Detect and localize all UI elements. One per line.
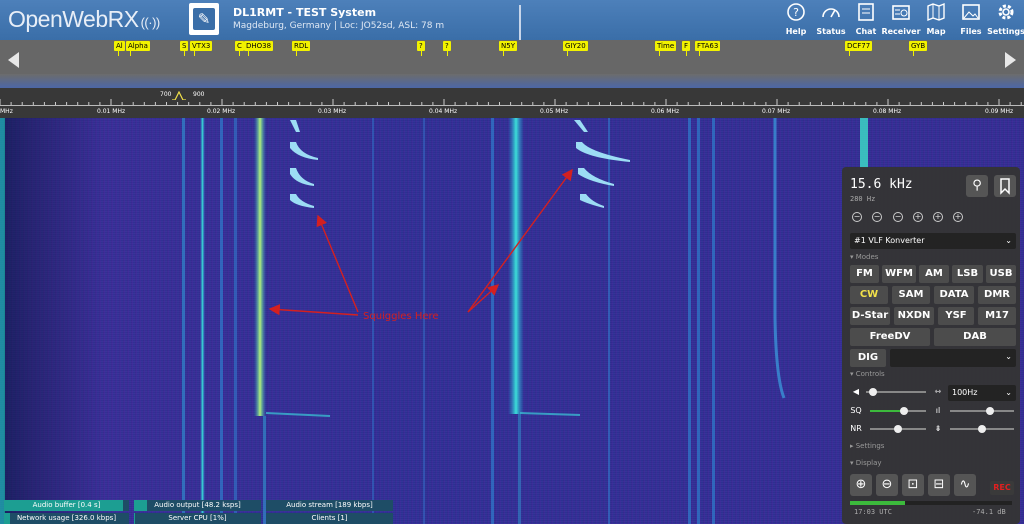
waveform-icon: ∿ [959,477,971,492]
openwebrx-root: OpenWebRX ((·)) ✎ DL1RMT - TEST System Ma… [0,0,1024,524]
eq-slider-1-knob[interactable] [985,407,994,415]
zoom-in-button[interactable]: ⊕ [850,474,872,496]
signal-meter-fill [850,501,906,505]
bandwidth-display: 280 Hz [850,195,876,203]
bookmark-icon [1000,178,1010,195]
step-up-1-button[interactable]: + [913,212,923,222]
noise-reduction-label: NR [850,424,862,433]
noise-reduction-slider[interactable] [870,425,926,433]
zoom-out-icon: ⊖ [881,477,893,492]
server-cpu-text: Server CPU [1%] [168,514,227,522]
bookmark-button[interactable] [994,175,1016,197]
audio-output-text: Audio output [48.2 ksps] [154,501,241,509]
mode-m17-button[interactable]: M17 [978,307,1016,325]
zoom-out-button[interactable]: ⊖ [876,474,898,496]
filter-width-icon: ⇿ [934,387,942,396]
record-button[interactable]: REC [990,481,1014,495]
tune-lock-button[interactable]: ⚲ [966,175,988,197]
step-up-2-button[interactable]: + [933,212,943,222]
receiver-panel: 15.6 kHz 280 Hz ⚲ − − − + + + #1 VLF Kon… [842,167,1020,524]
clients-text: Clients [1] [311,514,348,522]
network-usage-text: Network usage [326.0 kbps] [16,514,117,522]
annotation-label: Squiggles Here [363,311,439,322]
eq-slider-2-knob[interactable] [978,425,986,433]
signal-db: -74.1 dB [972,508,1006,516]
mode-sam-button[interactable]: SAM [892,286,930,304]
noise-reduction-slider-knob[interactable] [894,425,902,433]
mode-freedv-button[interactable]: FreeDV [850,328,930,346]
clients-bar: Clients [1] [266,513,393,524]
step-down-1-button[interactable]: − [893,212,903,222]
mode-dig-button[interactable]: DIG [850,349,886,367]
chevron-down-icon: ⌄ [1005,388,1012,397]
squelch-slider-knob[interactable] [899,407,908,415]
eq-slider-2[interactable] [950,425,1014,433]
modes-section-header[interactable]: ▾ Modes [850,253,878,261]
step-down-2-button[interactable]: − [872,212,882,222]
mode-lsb-button[interactable]: LSB [952,265,983,283]
step-down-3-button[interactable]: − [852,212,862,222]
settings-section-header[interactable]: ▸ Settings [850,442,884,450]
squelch-slider[interactable] [870,407,926,415]
mode-dmr-button[interactable]: DMR [978,286,1016,304]
controls-section-header[interactable]: ▾ Controls [850,370,885,378]
zoom-in-icon: ⊕ [855,477,867,492]
server-cpu-fill [134,513,136,524]
volume-slider-knob[interactable] [869,388,878,396]
chevron-down-icon: ⌄ [1005,236,1012,245]
digital-mode-select[interactable]: ⌄ [890,349,1016,367]
utc-clock: 17:03 UTC [854,508,892,516]
zoom-reset-icon: ⊟ [933,477,945,492]
equalizer-icon: ıl [935,406,941,415]
squelch-fill [870,410,904,412]
display-section-header[interactable]: ▾ Display [850,459,882,467]
zoom-reset-button[interactable]: ⊟ [928,474,950,496]
volume-icon[interactable]: ◀ [850,386,862,398]
chevron-down-icon: ⌄ [1005,352,1012,361]
mode-dstar-button[interactable]: D-Star [850,307,890,325]
signal-meter [850,501,1012,505]
squelch-label: SQ [850,406,862,415]
mode-am-button[interactable]: AM [919,265,949,283]
network-usage-bar: Network usage [326.0 kbps] [4,513,129,524]
audio-stream-bar: Audio stream [189 kbps] [266,500,393,511]
mode-ysf-button[interactable]: YSF [938,307,974,325]
mode-nxdn-button[interactable]: NXDN [894,307,934,325]
audio-buffer-bar: Audio buffer [0.4 s] [4,500,129,511]
frequency-display[interactable]: 15.6 kHz [850,177,913,192]
mode-usb-button[interactable]: USB [986,265,1016,283]
mode-fm-button[interactable]: FM [850,265,879,283]
filter-select[interactable]: 100Hz ⌄ [948,385,1016,401]
lock-icon: ⚲ [972,178,982,193]
spectrum-button[interactable]: ∿ [954,474,976,496]
profile-select[interactable]: #1 VLF Konverter ⌄ [850,233,1016,249]
filter-icon: ⇟ [934,424,942,433]
zoom-center-icon: ⊡ [907,477,919,492]
mode-data-button[interactable]: DATA [934,286,974,304]
profile-value: #1 VLF Konverter [854,236,925,245]
mode-wfm-button[interactable]: WFM [882,265,916,283]
network-usage-fill [4,513,11,524]
audio-stream-text: Audio stream [189 kbps] [286,501,373,509]
volume-slider[interactable] [866,388,926,396]
audio-output-fill [134,500,147,511]
mode-dab-button[interactable]: DAB [934,328,1016,346]
server-cpu-bar: Server CPU [1%] [134,513,261,524]
zoom-center-button[interactable]: ⊡ [902,474,924,496]
eq-slider-1[interactable] [950,407,1014,415]
filter-value: 100Hz [952,388,978,397]
audio-buffer-text: Audio buffer [0.4 s] [32,501,101,509]
mode-cw-button[interactable]: CW [850,286,888,304]
audio-output-bar: Audio output [48.2 ksps] [134,500,261,511]
step-up-3-button[interactable]: + [953,212,963,222]
